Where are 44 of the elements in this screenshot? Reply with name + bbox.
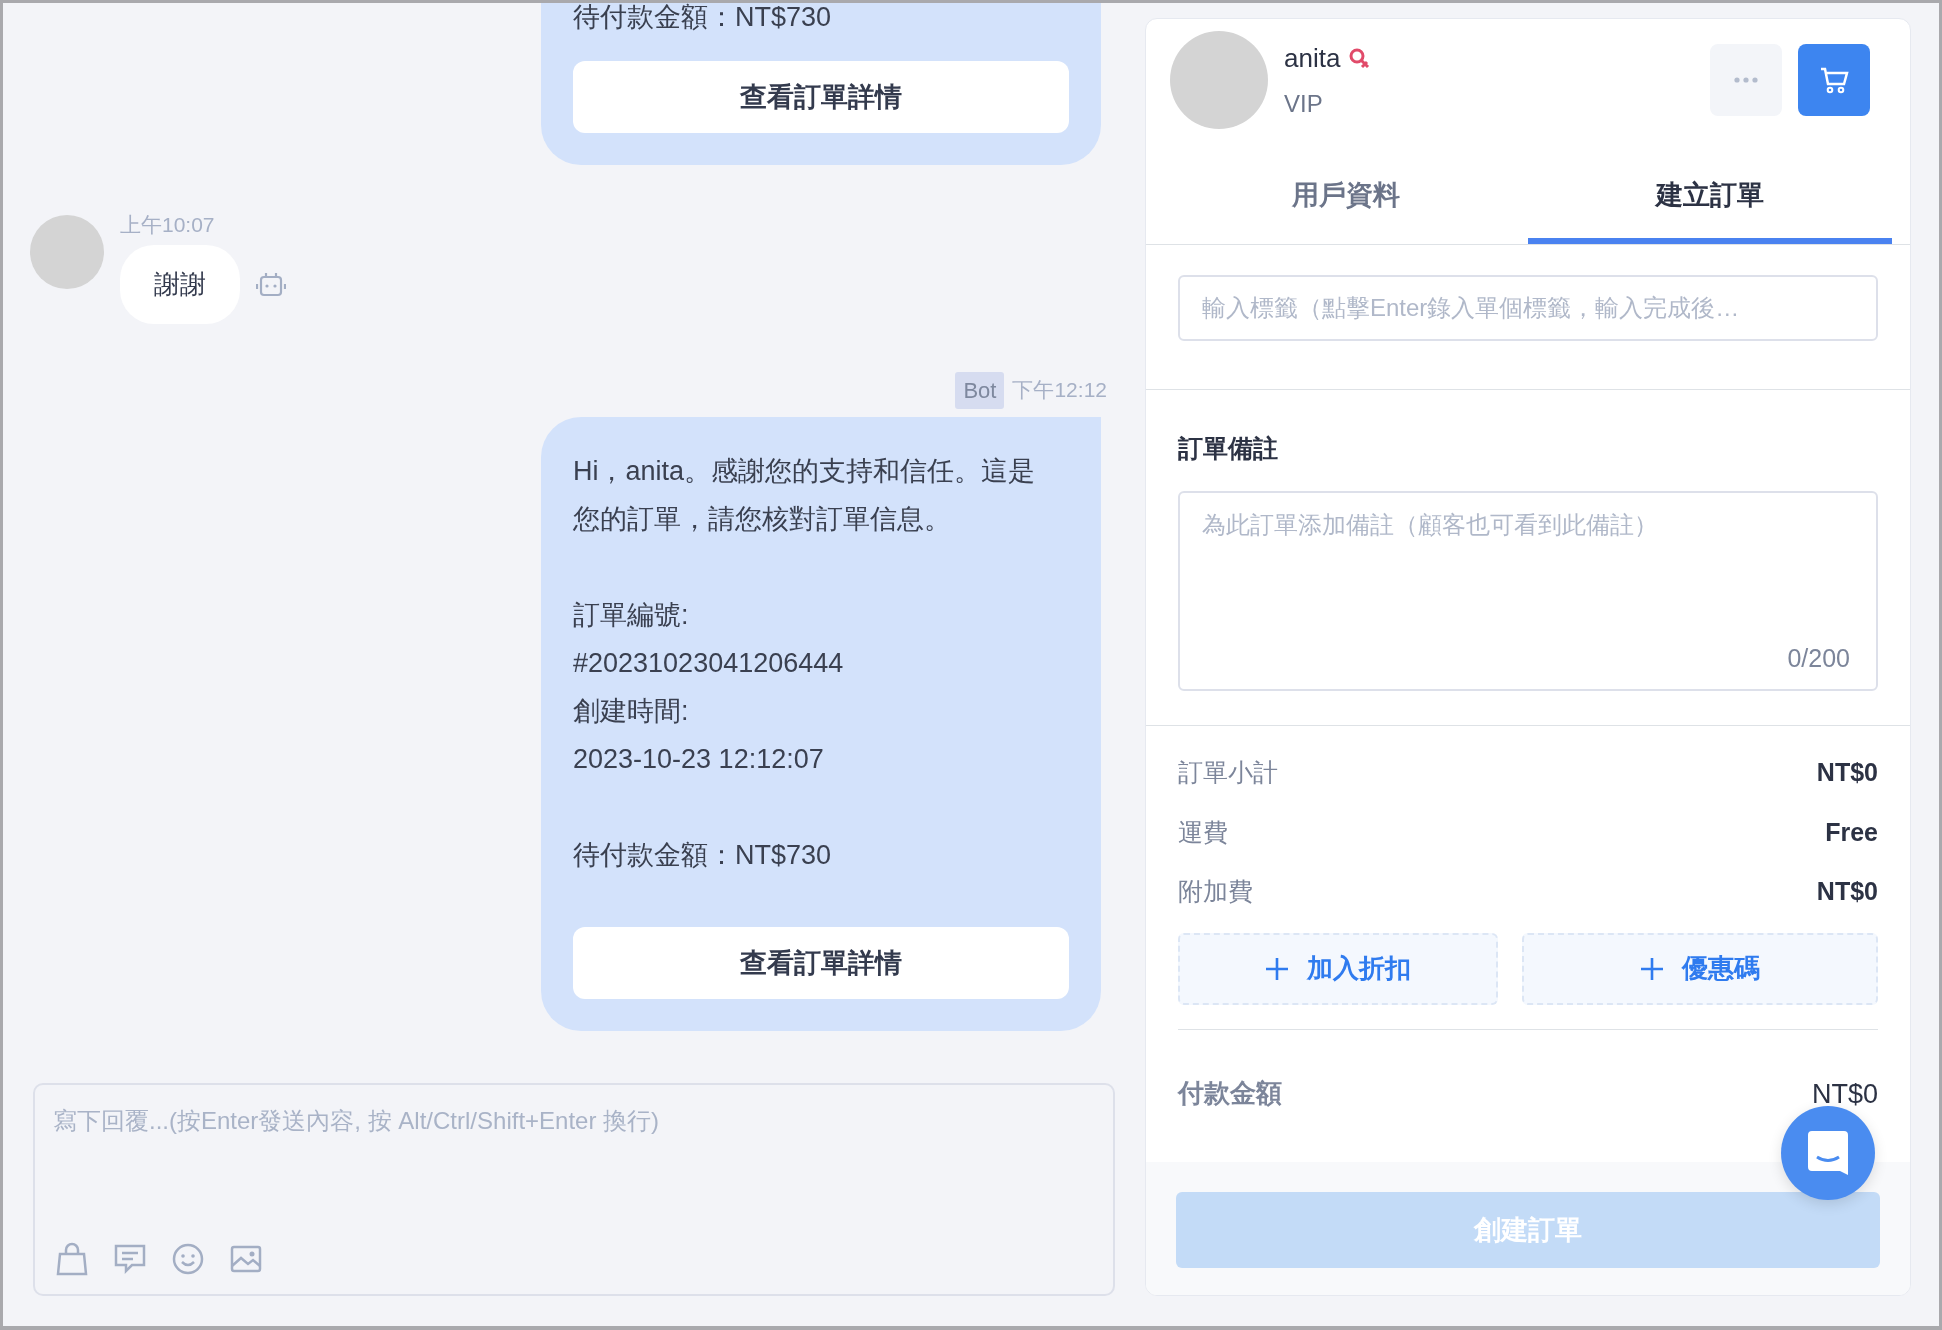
message-text: Hi，anita。感謝您的支持和信任。這是您的訂單，請您核對訂單信息。 xyxy=(573,454,1037,536)
total-label: 付款金額 xyxy=(1178,1077,1282,1111)
tag-field[interactable]: 輸入標籤（點擊Enter錄入單個標籤，輸入完成後… xyxy=(1178,274,1878,341)
note-field[interactable]: 為此訂單添加備註（顧客也可看到此備註） 0/200 xyxy=(1178,491,1878,691)
message-text: 創建時間: xyxy=(573,694,690,728)
robot-icon xyxy=(256,271,286,297)
message-bubble: 謝謝 xyxy=(120,244,240,324)
coupon-button[interactable]: 優惠碼 xyxy=(1521,932,1878,1005)
smiley-icon[interactable] xyxy=(171,1242,205,1276)
summary-label: 運費 xyxy=(1178,816,1228,848)
female-symbol-icon xyxy=(1348,47,1371,69)
summary-value: NT$0 xyxy=(1816,876,1878,907)
reply-field[interactable]: 寫下回覆...(按Enter發送內容, 按 Alt/Ctrl/Shift+Enter 換行) xyxy=(51,1101,1097,1242)
summary-label: 附加費 xyxy=(1178,876,1253,907)
bag-icon[interactable] xyxy=(55,1242,89,1276)
ellipsis-icon xyxy=(1734,77,1758,83)
character-counter: 0/200 xyxy=(1787,642,1850,674)
plus-icon xyxy=(1264,956,1289,981)
tab[interactable]: 用戶資料 xyxy=(1164,161,1528,244)
customer-level: VIP xyxy=(1284,88,1324,119)
summary-label: 訂單小計 xyxy=(1178,757,1278,788)
total-value: NT$0 xyxy=(1811,1077,1878,1111)
section-title: 訂單備註 xyxy=(1178,432,1279,464)
message-text: 訂單編號: xyxy=(573,598,690,632)
summary-value: Free xyxy=(1825,816,1878,848)
add-discount-button[interactable]: 加入折扣 xyxy=(1178,932,1498,1005)
view-order-button[interactable]: 查看訂單詳情 xyxy=(573,61,1069,133)
summary-value: NT$0 xyxy=(1816,757,1878,788)
message-time: 上午10:07 xyxy=(120,212,215,238)
view-order-button[interactable]: 查看訂單詳情 xyxy=(573,926,1069,999)
message-text: 2023-10-23 12:12:07 xyxy=(573,742,825,776)
message-text: 待付款金額：NT$730 xyxy=(573,3,833,31)
plus-icon xyxy=(1639,956,1664,981)
cart-icon xyxy=(1819,65,1849,95)
tab[interactable]: 建立訂單 xyxy=(1528,161,1892,244)
message-text: #20231023041206444 xyxy=(573,646,845,680)
cart-button[interactable] xyxy=(1798,44,1870,116)
message-time: 下午12:12 xyxy=(1012,377,1107,404)
chat-bubble-icon[interactable] xyxy=(1807,1130,1849,1176)
reply-box[interactable]: 寫下回覆...(按Enter發送內容, 按 Alt/Ctrl/Shift+Enter 換行) xyxy=(33,1083,1115,1296)
note-icon[interactable] xyxy=(113,1242,147,1276)
message-text: 待付款金額：NT$730 xyxy=(573,838,833,872)
bot-tag: Bot xyxy=(955,371,1005,409)
customer-name: anita xyxy=(1284,41,1341,75)
